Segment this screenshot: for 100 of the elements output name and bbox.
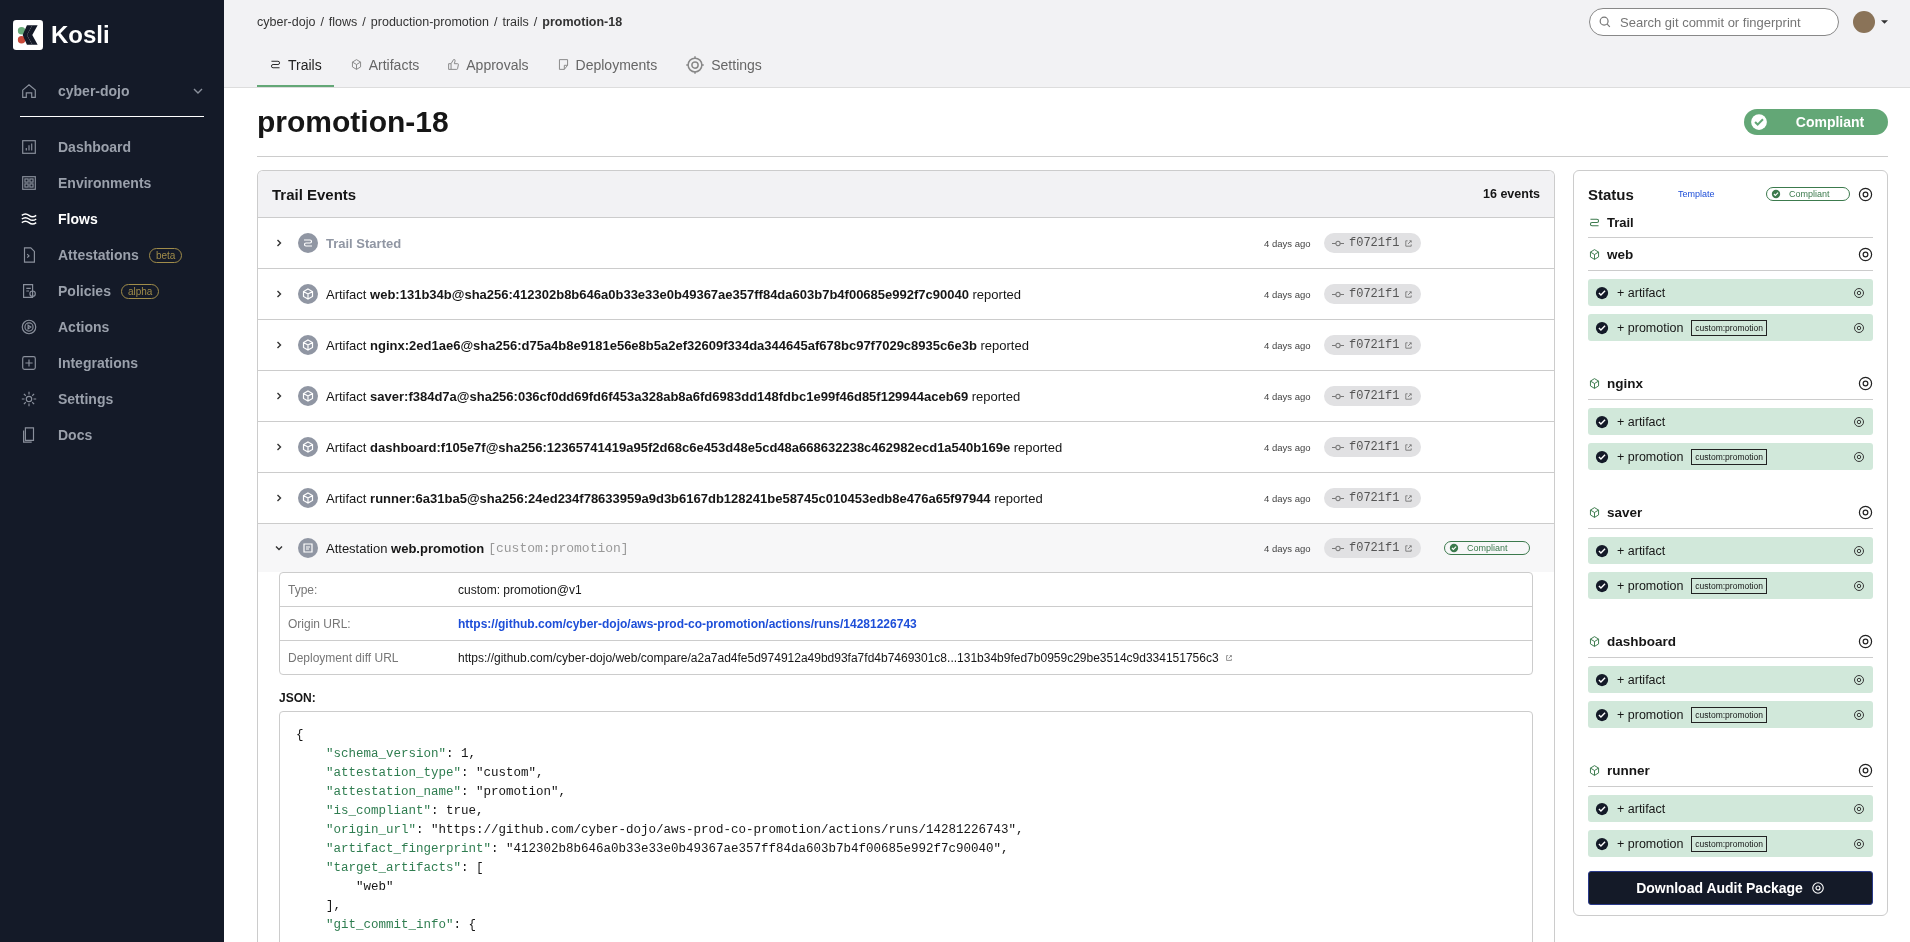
event-description: Artifact dashboard:f105e7f@sha256:12365741419a95f2d68c6e453d48e5cd48a668632238c462982ecd1a540b169e reported — [326, 439, 1063, 455]
gear-icon — [20, 390, 38, 408]
tab[interactable]: Approvals — [435, 44, 541, 87]
template-link[interactable]: Template — [1678, 189, 1766, 199]
breadcrumb-separator: / — [362, 15, 366, 29]
settings-icon[interactable] — [1853, 708, 1865, 721]
user-avatar[interactable] — [1853, 11, 1875, 33]
check-circle-icon — [1771, 189, 1781, 199]
settings-icon[interactable] — [1853, 450, 1865, 463]
settings-icon[interactable] — [1858, 246, 1873, 262]
external-link-icon — [1404, 289, 1414, 299]
attestation-label: + promotion — [1617, 707, 1684, 722]
breadcrumb-link[interactable]: promotion-18 — [542, 15, 623, 29]
commit-chip[interactable]: f0721f1 — [1324, 538, 1422, 558]
tab[interactable]: Settings — [673, 44, 774, 87]
external-link-icon — [1224, 653, 1233, 662]
panel-title: Trail Events — [272, 185, 357, 203]
sidebar-item[interactable]: Actions — [20, 318, 110, 336]
attestation-label: + artifact — [1617, 285, 1666, 300]
tab[interactable]: Deployments — [544, 44, 670, 87]
settings-icon[interactable] — [1858, 504, 1873, 520]
event-time: 4 days ago — [1264, 390, 1312, 402]
settings-icon[interactable] — [1858, 633, 1873, 649]
tab[interactable]: Trails — [257, 44, 334, 87]
attestation-label: + artifact — [1617, 672, 1666, 687]
event-description: Artifact web:131b34b@sha256:412302b8b646a0b33e33e0b49367ae357ff84da603b7b4f00685e992f7c90040 reported — [326, 286, 1021, 302]
commit-chip[interactable]: f0721f1 — [1324, 335, 1422, 355]
expand-toggle-icon[interactable] — [274, 391, 284, 401]
detail-label: Deployment diff URL — [287, 650, 400, 665]
settings-icon[interactable] — [1853, 544, 1865, 557]
event-description: Artifact saver:f384d7a@sha256:036cf0dd69fd6f453a328ab8a6fd6983dd148fdbc1e99f46d85f129944aceb69 reported — [326, 388, 1021, 404]
download-audit-package-button[interactable]: Download Audit Package — [1588, 871, 1873, 905]
page-title: promotion-18 — [257, 105, 449, 139]
commit-chip[interactable]: f0721f1 — [1324, 488, 1422, 508]
artifact-name: saver — [1607, 504, 1644, 520]
event-description: Attestation web.promotion — [326, 540, 485, 556]
breadcrumb-link[interactable]: production-promotion — [370, 15, 489, 29]
type-tag: custom:promotion — [1691, 835, 1767, 852]
settings-icon[interactable] — [1858, 375, 1873, 391]
settings-icon[interactable] — [1853, 837, 1865, 850]
caret-icon — [1881, 19, 1888, 25]
external-link-icon — [1404, 391, 1414, 401]
commit-chip[interactable]: f0721f1 — [1324, 284, 1422, 304]
settings-icon[interactable] — [1853, 673, 1865, 686]
expand-toggle-icon[interactable] — [274, 289, 284, 299]
external-link-icon — [1404, 442, 1414, 452]
detail-label: Type: — [287, 582, 319, 597]
search-field[interactable]: Search git commit or fingerprint — [1589, 8, 1839, 36]
gear-icon — [685, 54, 706, 75]
checked-document-icon — [20, 282, 38, 300]
event-time: 4 days ago — [1264, 237, 1312, 249]
sidebar-item[interactable]: Dashboard — [20, 138, 132, 156]
tab[interactable]: Artifacts — [337, 44, 432, 87]
attestation-icon — [298, 538, 318, 558]
diff-url-link[interactable]: https://github.com/cyber-dojo/web/compare/a2a7ad4fe5d974912a49bd93fa7fd4b7469301c8...131b34b9fed7b0959c29be3514c9d334151756c3 — [458, 650, 1219, 665]
detail-label: Origin URL: — [287, 616, 352, 631]
expand-toggle-icon[interactable] — [274, 442, 284, 452]
expand-toggle-icon[interactable] — [274, 543, 284, 553]
expand-toggle-icon[interactable] — [274, 238, 284, 248]
external-link-icon — [1404, 340, 1414, 350]
origin-url-link[interactable]: https://github.com/cyber-dojo/aws-prod-co-promotion/actions/runs/14281226743 — [458, 616, 917, 631]
sidebar-item[interactable]: Attestations — [20, 246, 139, 264]
org-selector[interactable]: cyber-dojo — [20, 82, 204, 117]
sidebar-item[interactable]: Settings — [20, 390, 114, 408]
breadcrumb-separator: / — [533, 15, 538, 29]
sidebar-item[interactable]: Policies — [20, 282, 111, 300]
settings-icon[interactable] — [1853, 579, 1865, 592]
commit-chip[interactable]: f0721f1 — [1324, 233, 1422, 253]
logo-icon — [13, 20, 43, 50]
external-link-icon — [1404, 543, 1414, 553]
commit-icon — [1332, 238, 1344, 248]
sidebar-item[interactable]: Integrations — [20, 354, 139, 372]
settings-icon[interactable] — [1853, 286, 1865, 299]
settings-icon[interactable] — [1853, 321, 1865, 334]
type-tag: custom:promotion — [1691, 448, 1767, 465]
settings-icon[interactable] — [1853, 802, 1865, 815]
commit-chip[interactable]: f0721f1 — [1324, 386, 1422, 406]
json-line: "git_commit_info": { — [326, 918, 477, 932]
breadcrumb-separator: / — [493, 15, 498, 29]
panel-title: Status — [1588, 185, 1635, 203]
type-tag: custom:promotion — [1691, 706, 1767, 723]
settings-icon[interactable] — [1858, 762, 1873, 778]
sidebar-item[interactable]: Environments — [20, 174, 152, 192]
commit-icon — [1332, 543, 1344, 553]
settings-icon[interactable] — [1853, 415, 1865, 428]
grid-icon — [20, 174, 38, 192]
breadcrumb-link[interactable]: trails — [502, 15, 529, 29]
event-time: 4 days ago — [1264, 441, 1312, 453]
json-line: "origin_url": "https://github.com/cyber-dojo/aws-prod-co-promotion/actions/runs/14281226743", — [326, 823, 1024, 837]
settings-icon[interactable] — [1858, 186, 1873, 202]
sidebar-item[interactable]: Flows — [20, 210, 98, 228]
event-description: Artifact runner:6a31ba5@sha256:24ed234f78633959a9d3b6167db128241be58745c010453edb8e476a65f97944 reported — [326, 490, 1043, 506]
sidebar-item[interactable]: Docs — [20, 426, 93, 444]
breadcrumb-link[interactable]: flows — [328, 15, 358, 29]
breadcrumb-link[interactable]: cyber-dojo — [257, 15, 316, 29]
expand-toggle-icon[interactable] — [274, 340, 284, 350]
commit-chip[interactable]: f0721f1 — [1324, 437, 1422, 457]
attestation-label: + promotion — [1617, 836, 1684, 851]
expand-toggle-icon[interactable] — [274, 493, 284, 503]
cube-icon — [298, 335, 318, 355]
